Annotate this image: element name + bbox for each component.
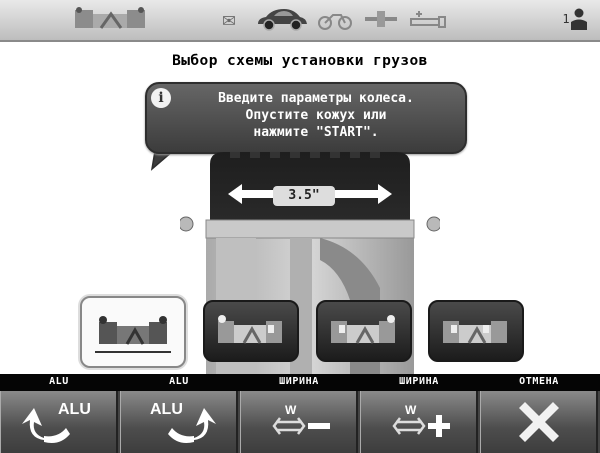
info-line: нажмите "START". — [253, 125, 379, 140]
envelope-icon[interactable]: ✉ — [213, 4, 245, 34]
width-plus-icon: W — [391, 403, 450, 437]
weight-scheme-button-2[interactable] — [203, 300, 299, 362]
rim-clip-clip-icon — [95, 316, 171, 353]
rim-hidden-adhesive-icon — [443, 321, 507, 344]
car-icon[interactable] — [253, 4, 311, 34]
fkey-label-width-minus: ШИРИНА — [279, 376, 319, 387]
width-letter: W — [405, 403, 417, 417]
balancer-screen: ✉ 1 Выбор схемы установки грузов i Введи… — [0, 0, 600, 453]
alu-text: ALU — [58, 401, 91, 418]
page-title: Выбор схемы установки грузов — [172, 53, 428, 69]
motorcycle-icon[interactable] — [316, 4, 354, 34]
fkey-label-cancel: ОТМЕНА — [519, 376, 559, 387]
function-key-bar: ALU ALU W W — [0, 391, 600, 453]
function-label-strip: ALU ALU ШИРИНА ШИРИНА ОТМЕНА — [0, 374, 600, 391]
weight-scheme-button-4[interactable] — [428, 300, 524, 362]
cancel-button[interactable] — [480, 391, 598, 453]
top-bar: ✉ 1 — [0, 0, 600, 42]
width-plus-button[interactable]: W — [360, 391, 478, 453]
fkey-label-alu-right: ALU — [169, 376, 189, 387]
info-message: Введите параметры колеса. Опустите кожух… — [173, 90, 459, 141]
info-balloon: i Введите параметры колеса. Опустите кож… — [145, 82, 467, 154]
operator-icon[interactable]: 1 — [555, 4, 595, 34]
truck-wheel-icon[interactable] — [408, 4, 450, 34]
weight-scheme-button-3[interactable] — [316, 300, 412, 362]
width-minus-button[interactable]: W — [240, 391, 358, 453]
width-minus-icon: W — [271, 403, 330, 435]
alu-left-button[interactable]: ALU — [0, 391, 118, 453]
rim-clip-adhesive-icon — [218, 315, 282, 344]
rim-adhesive-adhesive-icon — [331, 315, 395, 344]
fkey-label-width-plus: ШИРИНА — [399, 376, 439, 387]
width-letter: W — [285, 403, 297, 417]
alu-text: ALU — [150, 401, 183, 418]
info-icon: i — [151, 88, 171, 108]
fkey-label-alu-left: ALU — [49, 376, 69, 387]
info-line: Введите параметры колеса. — [218, 91, 414, 106]
alu-rotate-right-icon: ALU — [150, 401, 216, 443]
axle-icon[interactable] — [362, 4, 400, 34]
width-value-label: 3.5" — [273, 186, 335, 206]
cancel-x-icon — [518, 402, 559, 442]
wheel-profile-icon[interactable] — [70, 4, 150, 34]
alu-right-button[interactable]: ALU — [120, 391, 238, 453]
operator-number: 1 — [562, 12, 570, 26]
info-line: Опустите кожух или — [245, 108, 387, 123]
weight-scheme-button-1[interactable] — [80, 296, 186, 368]
alu-rotate-left-icon: ALU — [21, 401, 91, 443]
